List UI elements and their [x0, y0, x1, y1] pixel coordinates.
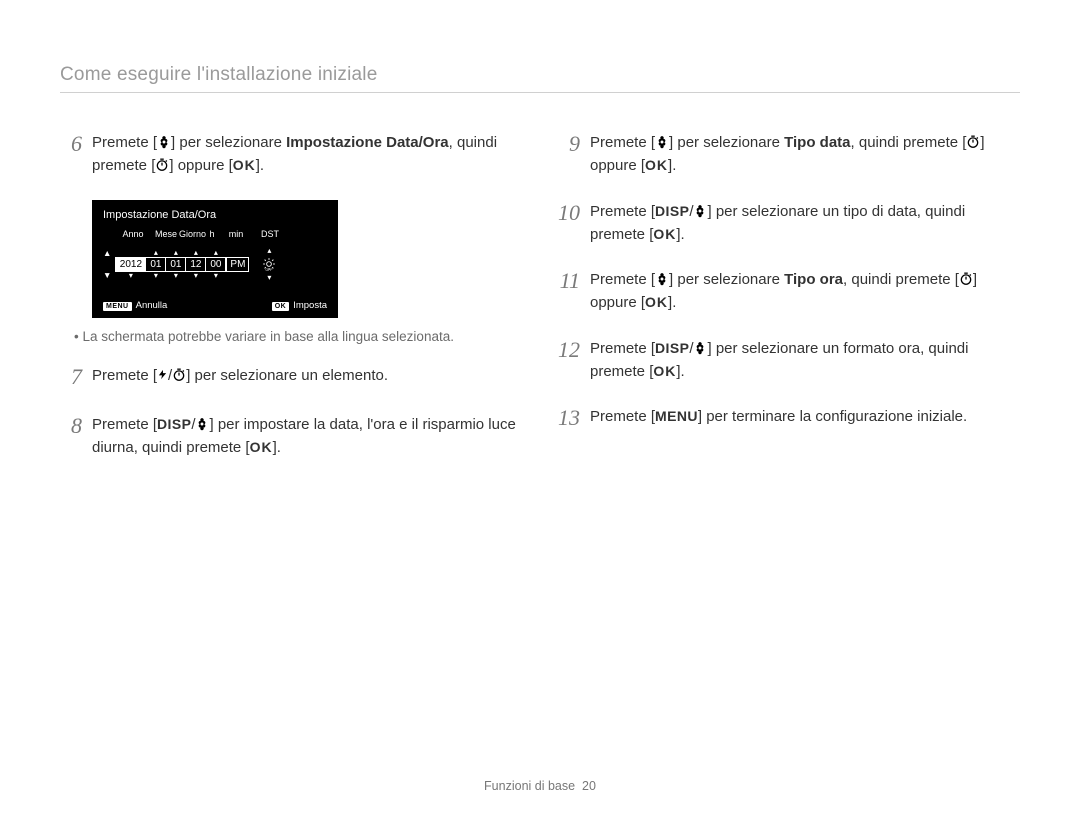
- dst-off-icon: OFF: [262, 257, 276, 271]
- ampm-cell: PM: [226, 258, 248, 271]
- spinner-row: ▲▼ ▾2012 ▴▾01 ▴▾01 ▴▾12 ▴▾00 PM ▴▾: [103, 249, 327, 280]
- minute-cell: ▴▾00: [206, 258, 226, 271]
- page-title: Come eseguire l'installazione iniziale: [60, 64, 1020, 86]
- step-number: 12: [558, 337, 580, 384]
- flower-icon: [157, 135, 171, 149]
- flash-icon: [157, 367, 168, 382]
- footer-section: Funzioni di base: [484, 779, 575, 793]
- step-number: 6: [60, 131, 82, 178]
- menu-mini-button: MENU: [103, 302, 132, 311]
- ok-label-icon: OK: [645, 155, 668, 177]
- menu-label-icon: MENU: [655, 406, 698, 428]
- ok-label-icon: OK: [645, 292, 668, 314]
- flower-icon: [655, 272, 669, 286]
- step-number: 7: [60, 364, 82, 390]
- col-label: Mese: [155, 229, 173, 239]
- disp-label-icon: DISP: [157, 414, 191, 436]
- bold-term: Impostazione Data/Ora: [286, 134, 449, 151]
- flower-icon: [693, 341, 707, 355]
- step-text: Premete [] per selezionare Impostazione …: [92, 131, 522, 178]
- step-text: Premete [MENU] per terminare la configur…: [590, 405, 1020, 431]
- timer-icon: [959, 272, 973, 286]
- set-label: Imposta: [293, 300, 327, 311]
- footer-page-number: 20: [582, 779, 596, 793]
- note-text: La schermata potrebbe variare in base al…: [74, 328, 522, 347]
- date-cells: ▾2012 ▴▾01 ▴▾01 ▴▾12 ▴▾00 PM: [115, 257, 249, 272]
- step-13: 13 Premete [MENU] per terminare la confi…: [558, 405, 1020, 431]
- svg-text:OFF: OFF: [266, 268, 273, 271]
- ok-label-icon: OK: [653, 224, 676, 246]
- step-number: 9: [558, 131, 580, 178]
- ok-mini-button: OK: [272, 302, 290, 311]
- step-number: 11: [558, 268, 580, 315]
- step-number: 13: [558, 405, 580, 431]
- ok-label-icon: OK: [250, 437, 273, 459]
- cancel-label: Annulla: [136, 300, 168, 311]
- day-cell: ▴▾01: [166, 258, 186, 271]
- step-6: 6 Premete [] per selezionare Impostazion…: [60, 131, 522, 178]
- step-text: Premete [] per selezionare Tipo ora, qui…: [590, 268, 1020, 315]
- screenshot-title: Impostazione Data/Ora: [103, 209, 327, 221]
- right-column: 9 Premete [] per selezionare Tipo data, …: [558, 131, 1020, 481]
- header-rule: [60, 92, 1020, 93]
- col-label: DST: [259, 229, 281, 239]
- timer-icon: [172, 368, 186, 382]
- step-7: 7 Premete [/] per selezionare un element…: [60, 364, 522, 390]
- bold-term: Tipo data: [784, 134, 850, 151]
- hour-cell: ▴▾12: [186, 258, 206, 271]
- col-label: min: [227, 229, 245, 239]
- ok-label-icon: OK: [233, 155, 256, 177]
- step-11: 11 Premete [] per selezionare Tipo ora, …: [558, 268, 1020, 315]
- timer-icon: [155, 158, 169, 172]
- step-10: 10 Premete [DISP/] per selezionare un ti…: [558, 200, 1020, 247]
- left-column: 6 Premete [] per selezionare Impostazion…: [60, 131, 522, 481]
- step-number: 10: [558, 200, 580, 247]
- timer-icon: [966, 135, 980, 149]
- screenshot-footer: MENU Annulla OKImposta: [103, 300, 327, 311]
- year-arrows: ▲▼: [103, 249, 111, 280]
- step-text: Premete [DISP/] per selezionare un forma…: [590, 337, 1020, 384]
- step-number: 8: [60, 413, 82, 460]
- disp-label-icon: DISP: [655, 338, 689, 360]
- flower-icon: [195, 417, 209, 431]
- screenshot-col-labels: Anno Mese Giorno h min DST: [117, 229, 327, 239]
- ok-label-icon: OK: [653, 361, 676, 383]
- content-columns: 6 Premete [] per selezionare Impostazion…: [60, 131, 1020, 481]
- bold-term: Tipo ora: [784, 271, 843, 288]
- month-cell: ▴▾01: [146, 258, 166, 271]
- step-9: 9 Premete [] per selezionare Tipo data, …: [558, 131, 1020, 178]
- disp-label-icon: DISP: [655, 201, 689, 223]
- step-text: Premete [/] per selezionare un elemento.: [92, 364, 522, 390]
- step-text: Premete [DISP/] per selezionare un tipo …: [590, 200, 1020, 247]
- step-text: Premete [] per selezionare Tipo data, qu…: [590, 131, 1020, 178]
- col-label: h: [203, 229, 221, 239]
- step-8: 8 Premete [DISP/] per impostare la data,…: [60, 413, 522, 460]
- page: Come eseguire l'installazione iniziale 6…: [0, 0, 1080, 815]
- flower-icon: [693, 204, 707, 218]
- flower-icon: [655, 135, 669, 149]
- year-cell: ▾2012: [116, 258, 146, 271]
- col-label: Anno: [117, 229, 149, 239]
- dst-cell: ▴▾ OFF: [259, 256, 279, 272]
- step-text: Premete [DISP/] per impostare la data, l…: [92, 413, 522, 460]
- step-12: 12 Premete [DISP/] per selezionare un fo…: [558, 337, 1020, 384]
- col-label: Giorno: [179, 229, 197, 239]
- page-footer: Funzioni di base 20: [0, 779, 1080, 793]
- device-screenshot: Impostazione Data/Ora Anno Mese Giorno h…: [92, 200, 338, 318]
